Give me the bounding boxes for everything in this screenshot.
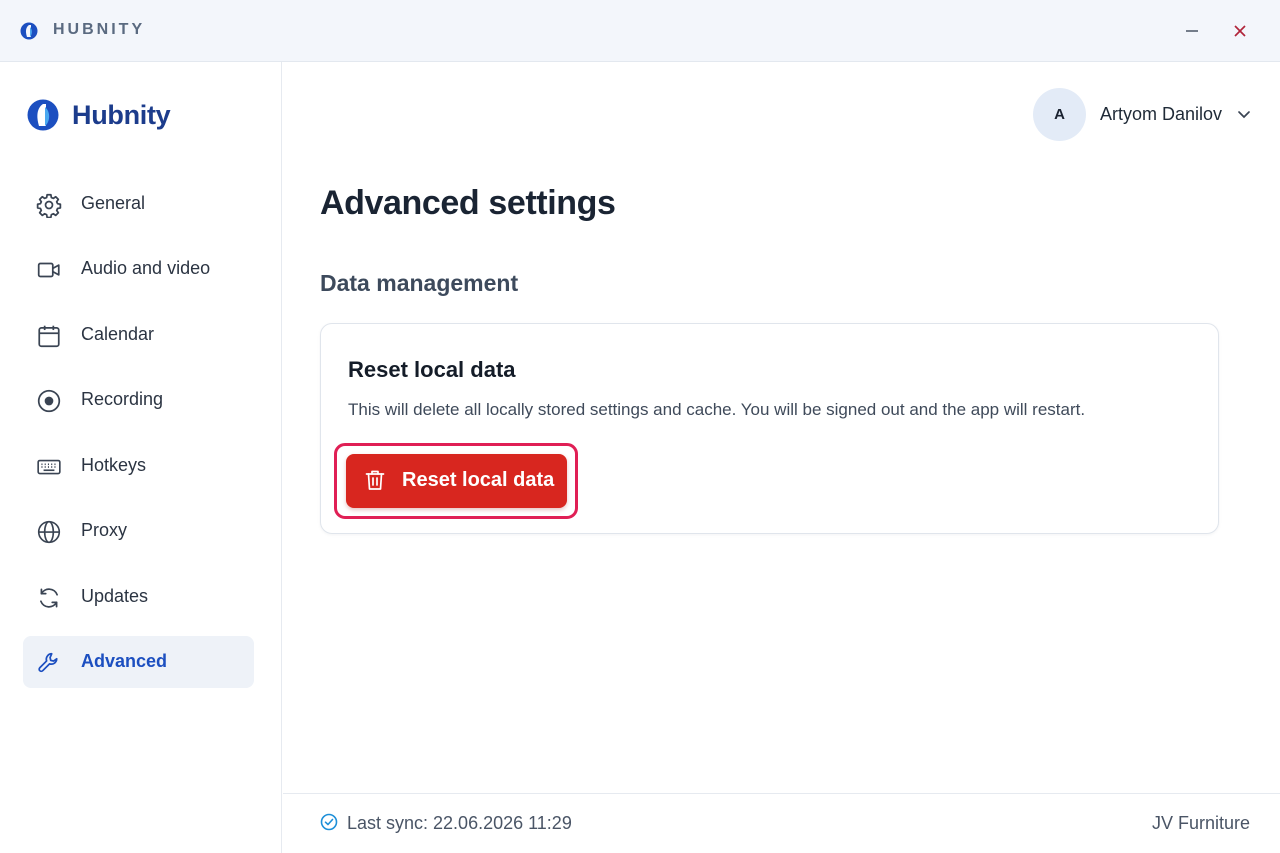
organization-name: JV Furniture xyxy=(1151,813,1250,833)
sidebar-item-recording[interactable]: Recording xyxy=(23,374,254,426)
section-title: Data management xyxy=(320,270,519,296)
sidebar-item-hotkeys[interactable]: Hotkeys xyxy=(23,440,254,492)
minimize-button[interactable] xyxy=(1177,16,1207,46)
sidebar-item-calendar[interactable]: Calendar xyxy=(23,309,254,361)
close-icon xyxy=(1234,25,1246,37)
minimize-icon xyxy=(1186,30,1198,32)
globe-icon xyxy=(37,520,61,544)
record-icon xyxy=(37,389,61,413)
wrench-icon xyxy=(38,652,58,673)
last-sync-text: Last sync: 22.06.2026 11:29 xyxy=(347,813,572,833)
sidebar-item-label: Proxy xyxy=(81,520,128,540)
app-logo-icon xyxy=(20,22,38,40)
gear-icon xyxy=(36,193,62,218)
sidebar: Hubnity General Audio and video Calendar… xyxy=(0,62,282,853)
user-name: Artyom Danilov xyxy=(1100,103,1223,124)
sidebar-item-label: Recording xyxy=(81,389,164,409)
sidebar-item-proxy[interactable]: Proxy xyxy=(23,505,254,557)
sidebar-item-label: Hotkeys xyxy=(81,455,147,475)
video-camera-icon xyxy=(37,262,60,278)
trash-icon xyxy=(365,470,385,490)
sidebar-item-audio-video[interactable]: Audio and video xyxy=(23,243,254,295)
sidebar-item-advanced[interactable]: Advanced xyxy=(23,636,254,688)
sidebar-item-general[interactable]: General xyxy=(23,178,254,230)
card-title: Reset local data xyxy=(348,357,516,382)
sidebar-item-label: General xyxy=(81,193,146,213)
card-description: This will delete all locally stored sett… xyxy=(348,400,1086,419)
sidebar-item-label: Updates xyxy=(81,586,149,606)
sidebar-item-updates[interactable]: Updates xyxy=(23,571,254,623)
user-menu[interactable]: A Artyom Danilov xyxy=(1033,87,1263,141)
page-title: Advanced settings xyxy=(320,184,616,222)
refresh-icon xyxy=(40,588,58,608)
check-circle-icon xyxy=(320,813,338,831)
sidebar-item-label: Advanced xyxy=(81,651,168,671)
reset-button-label: Reset local data xyxy=(402,469,555,491)
brand: Hubnity xyxy=(27,98,171,132)
sidebar-item-label: Calendar xyxy=(81,324,155,344)
window-title: HUBNITY xyxy=(53,21,146,38)
keyboard-icon xyxy=(37,459,61,475)
reset-local-data-button[interactable]: Reset local data xyxy=(346,454,567,508)
calendar-icon xyxy=(38,325,60,348)
sidebar-item-label: Audio and video xyxy=(81,258,211,278)
brand-name: Hubnity xyxy=(72,99,171,130)
brand-logo-icon xyxy=(27,99,59,131)
close-button[interactable] xyxy=(1225,16,1255,46)
title-bar: HUBNITY xyxy=(0,0,1280,62)
status-bar: Last sync: 22.06.2026 11:29 JV Furniture xyxy=(283,793,1280,853)
avatar: A xyxy=(1033,87,1086,141)
reset-data-card: Reset local data This will delete all lo… xyxy=(320,323,1219,534)
chevron-down-icon xyxy=(1238,111,1250,119)
